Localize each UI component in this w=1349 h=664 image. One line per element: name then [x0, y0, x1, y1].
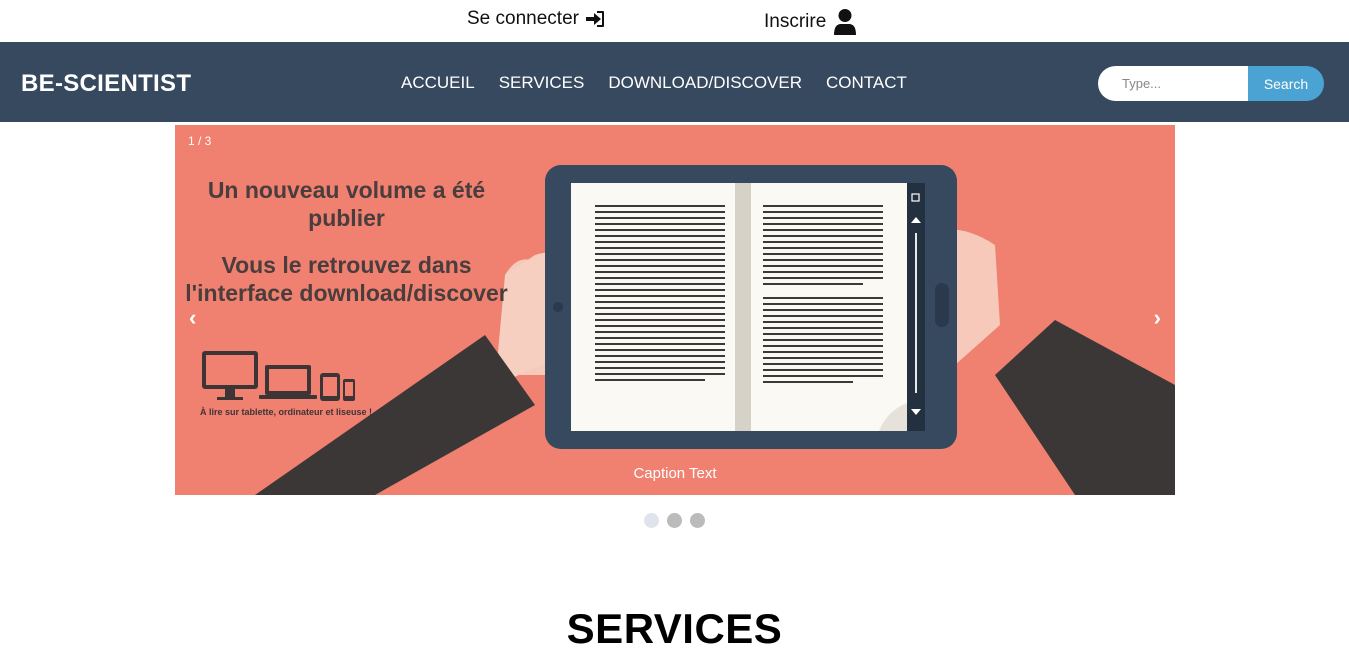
slide-dot-2[interactable]: [667, 513, 682, 528]
slide-dot-3[interactable]: [690, 513, 705, 528]
nav-item-accueil[interactable]: ACCUEIL: [401, 73, 475, 93]
slideshow: 1 / 3 Un nouveau volume a été publier Vo…: [175, 125, 1175, 495]
search-form: Search: [1098, 66, 1324, 101]
nav-item-services[interactable]: SERVICES: [499, 73, 585, 93]
search-input[interactable]: [1098, 66, 1248, 101]
login-link[interactable]: Se connecter: [467, 8, 605, 30]
nav-item-download-discover[interactable]: DOWNLOAD/DISCOVER: [608, 73, 802, 93]
register-link[interactable]: Inscrire: [764, 8, 858, 36]
slide-devices-caption: À lire sur tablette, ordinateur et liseu…: [200, 407, 373, 417]
slide-subheadline: Vous le retrouvez dans l'interface downl…: [185, 252, 508, 306]
slide-dots: [644, 513, 713, 528]
user-icon: [832, 8, 858, 36]
register-label: Inscrire: [764, 11, 827, 32]
nav-links: ACCUEIL SERVICES DOWNLOAD/DISCOVER CONTA…: [401, 73, 931, 93]
services-section-title: SERVICES: [566, 605, 783, 652]
nav-item-contact[interactable]: CONTACT: [826, 73, 907, 93]
login-label: Se connecter: [467, 8, 579, 29]
slide-prev-button[interactable]: ‹: [189, 305, 196, 331]
brand-logo[interactable]: BE-SCIENTIST: [21, 70, 191, 98]
main-navbar: BE-SCIENTIST ACCUEIL SERVICES DOWNLOAD/D…: [0, 42, 1349, 122]
slide-caption: Caption Text: [633, 465, 717, 482]
auth-bar: Se connecter Inscrire: [0, 0, 1349, 42]
slide-next-button[interactable]: ›: [1154, 305, 1161, 331]
slide-dot-1[interactable]: [644, 513, 659, 528]
search-button[interactable]: Search: [1248, 66, 1324, 101]
slide-headline: Un nouveau volume a été publier: [207, 177, 486, 231]
slide-number: 1 / 3: [188, 134, 212, 148]
sign-in-icon: [585, 10, 605, 28]
